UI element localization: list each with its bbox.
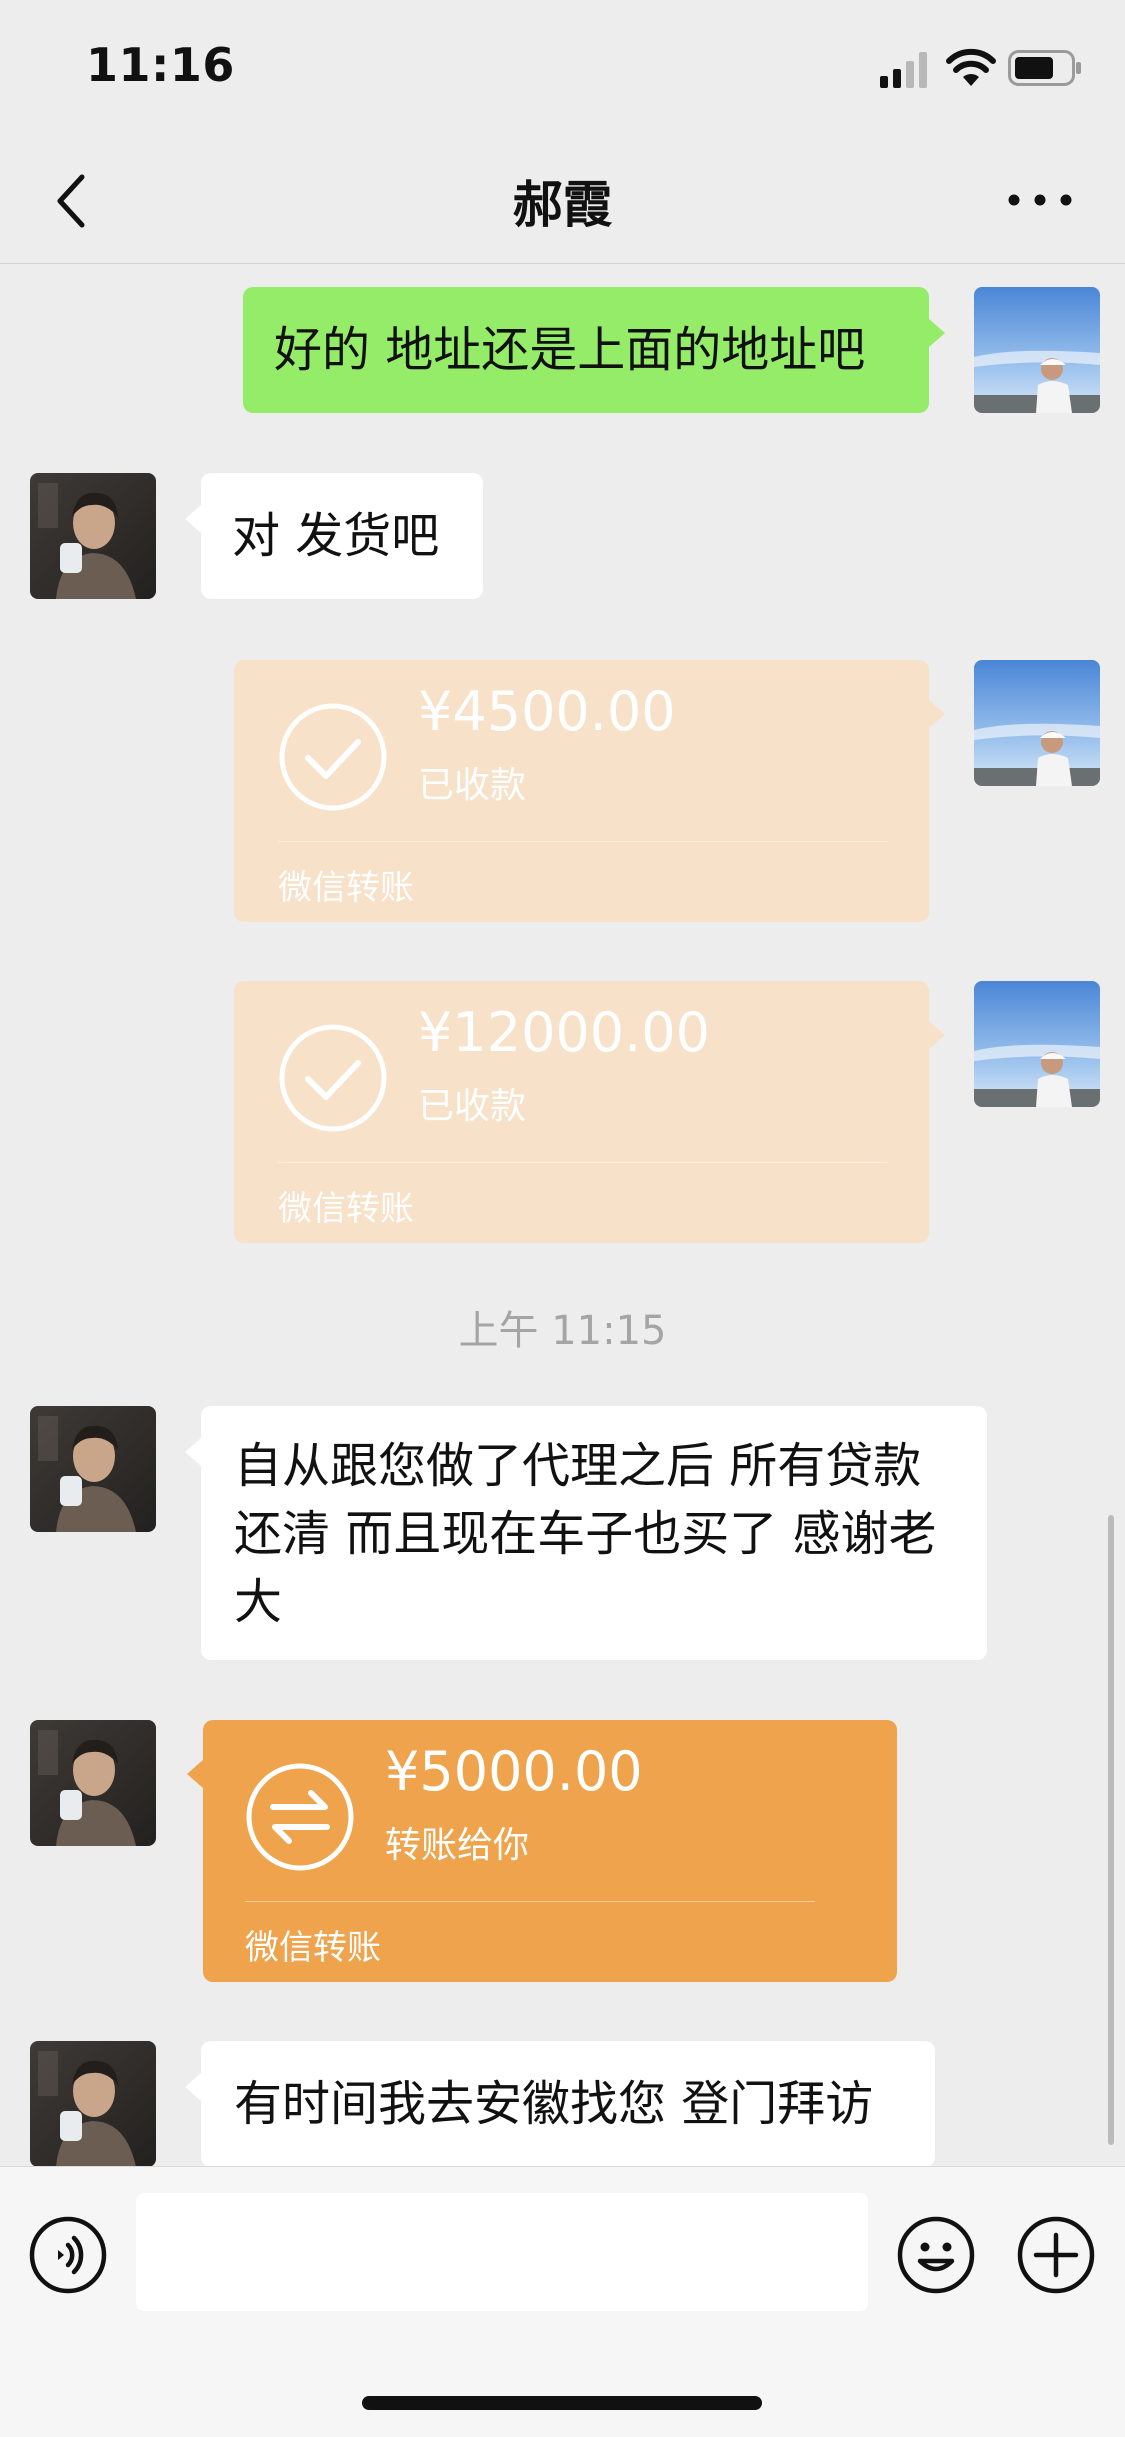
message-input[interactable] xyxy=(136,2193,868,2311)
message-bubble[interactable]: 自从跟您做了代理之后 所有贷款还清 而且现在车子也买了 感谢老大 xyxy=(185,1406,987,1660)
home-indicator[interactable] xyxy=(362,2396,762,2410)
transfer-arrows-icon xyxy=(246,1763,354,1871)
transfer-label: 微信转账 xyxy=(278,868,414,908)
message-text: 自从跟您做了代理之后 所有贷款还清 而且现在车子也买了 感谢老大 xyxy=(234,1438,937,1630)
transfer-status: 已收款 xyxy=(418,1086,527,1127)
message-text: 好的 地址还是上面的地址吧 xyxy=(274,322,866,378)
transfer-label: 微信转账 xyxy=(278,1189,414,1229)
transfer-status: 已收款 xyxy=(418,765,527,806)
transfer-card-incoming[interactable]: ¥5000.00 转账给你 微信转账 xyxy=(187,1720,897,1982)
status-time: 11:16 xyxy=(86,38,235,92)
transfer-status: 转账给你 xyxy=(385,1825,530,1866)
more-dots-icon[interactable] xyxy=(1005,175,1075,225)
friend-avatar[interactable] xyxy=(30,473,156,599)
emoji-icon[interactable] xyxy=(896,2215,976,2295)
chat-header: 郝霞 xyxy=(0,135,1125,264)
transfer-amount: ¥12000.00 xyxy=(418,1001,711,1064)
my-avatar[interactable] xyxy=(974,981,1100,1107)
signal-icon xyxy=(880,52,927,88)
check-circle-icon xyxy=(279,1024,387,1132)
friend-avatar[interactable] xyxy=(30,2041,156,2166)
wifi-icon xyxy=(946,48,996,86)
transfer-card-received[interactable]: ¥12000.00 已收款 微信转账 xyxy=(234,981,945,1243)
my-avatar[interactable] xyxy=(974,287,1100,413)
message-text: 有时间我去安徽找您 登门拜访 xyxy=(234,2076,874,2132)
friend-avatar[interactable] xyxy=(30,1406,156,1532)
transfer-label: 微信转账 xyxy=(245,1928,381,1968)
message-bubble[interactable]: 对 发货吧 xyxy=(185,473,483,599)
my-avatar[interactable] xyxy=(974,660,1100,786)
check-circle-icon xyxy=(279,703,387,811)
battery-icon xyxy=(1008,50,1081,86)
chat-title: 郝霞 xyxy=(512,176,613,234)
voice-icon[interactable] xyxy=(28,2215,108,2295)
friend-avatar[interactable] xyxy=(30,1720,156,1846)
transfer-amount: ¥5000.00 xyxy=(385,1740,643,1803)
transfer-card-received[interactable]: ¥4500.00 已收款 微信转账 xyxy=(234,660,945,922)
message-bubble[interactable]: 好的 地址还是上面的地址吧 xyxy=(243,287,945,413)
scrollbar[interactable] xyxy=(1108,1515,1114,2145)
status-bar: 11:16 xyxy=(0,0,1125,135)
message-bubble[interactable]: 有时间我去安徽找您 登门拜访 xyxy=(185,2041,935,2166)
message-list[interactable]: 好的 地址还是上面的地址吧 对 发货吧 ¥4500.00 已收款 微信转账 ¥1… xyxy=(0,264,1125,2166)
message-text: 对 发货吧 xyxy=(232,508,440,564)
time-divider: 上午 11:15 xyxy=(458,1308,667,1354)
plus-icon[interactable] xyxy=(1016,2215,1096,2295)
transfer-amount: ¥4500.00 xyxy=(418,680,676,743)
